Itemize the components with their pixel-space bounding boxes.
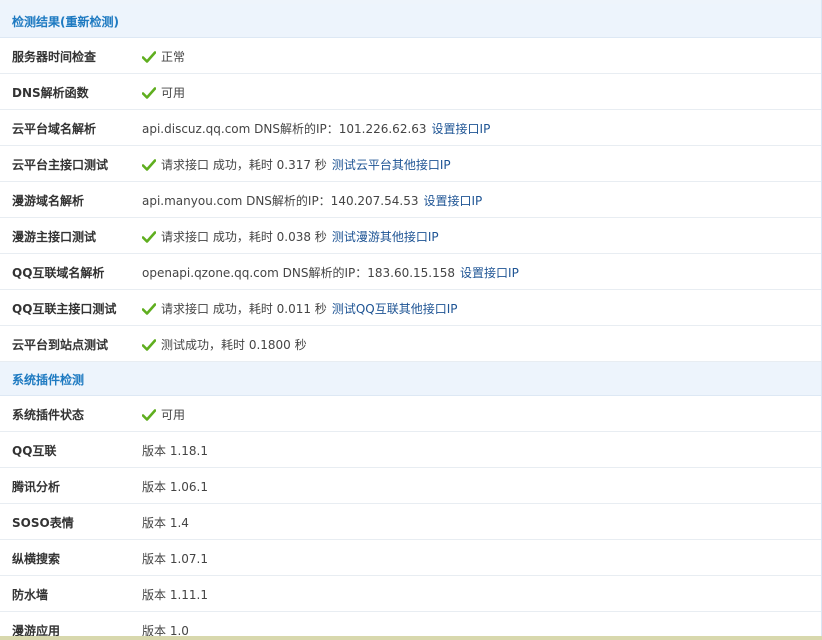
row-value: api.manyou.com DNS解析的IP：140.207.54.53 设置… [142,192,482,209]
row-value: 测试成功，耗时 0.1800 秒 [142,336,307,353]
dns-result-text: api.manyou.com DNS解析的IP：140.207.54.53 [142,194,419,208]
check-icon [142,230,156,243]
plugin-version: 版本 1.06.1 [142,480,208,494]
row-label: SOSO表情 [12,516,74,530]
check-icon [142,302,156,315]
row-label: 云平台主接口测试 [12,158,109,172]
status-text: 请求接口 成功，耗时 0.011 秒 [161,302,327,316]
table-row: 云平台到站点测试 测试成功，耗时 0.1800 秒 [0,326,821,362]
table-row: 服务器时间检查 正常 [0,38,821,74]
test-cloud-other-ip-link[interactable]: 测试云平台其他接口IP [332,156,451,173]
row-value: openapi.qzone.qq.com DNS解析的IP：183.60.15.… [142,264,519,281]
set-interface-ip-link[interactable]: 设置接口IP [423,192,482,209]
row-value: 正常 [142,48,185,65]
section-title[interactable]: 检测结果(重新检测) [12,13,119,30]
section-title: 系统插件检测 [12,373,85,387]
row-label: 服务器时间检查 [12,50,97,64]
status-text: 请求接口 成功，耗时 0.038 秒 [161,230,327,244]
row-label: 系统插件状态 [12,408,85,422]
table-row: QQ互联 版本 1.18.1 [0,432,821,468]
plugin-version: 版本 1.07.1 [142,552,208,566]
table-row: SOSO表情 版本 1.4 [0,504,821,540]
row-label: 腾讯分析 [12,480,61,494]
row-label: 云平台域名解析 [12,122,97,136]
table-row: 系统插件状态 可用 [0,396,821,432]
table-row: 漫游应用 版本 1.0 [0,612,821,638]
row-label: 漫游域名解析 [12,194,85,208]
row-value: 请求接口 成功，耗时 0.038 秒 测试漫游其他接口IP [142,228,439,245]
row-label: QQ互联主接口测试 [12,302,117,316]
plugin-version: 版本 1.4 [142,516,189,530]
dns-result-text: api.discuz.qq.com DNS解析的IP：101.226.62.63 [142,122,427,136]
status-text: 可用 [161,408,186,422]
row-value: 请求接口 成功，耗时 0.011 秒 测试QQ互联其他接口IP [142,300,457,317]
row-value: api.discuz.qq.com DNS解析的IP：101.226.62.63… [142,120,490,137]
table-row: 纵横搜索 版本 1.07.1 [0,540,821,576]
row-label: 防水墙 [12,588,49,602]
row-label: 纵横搜索 [12,552,61,566]
row-label: 云平台到站点测试 [12,338,109,352]
status-text: 可用 [161,86,186,100]
row-value: 可用 [142,406,185,423]
dns-result-text: openapi.qzone.qq.com DNS解析的IP：183.60.15.… [142,266,456,280]
status-text: 正常 [161,50,186,64]
row-value: 可用 [142,84,185,101]
table-row: QQ互联主接口测试 请求接口 成功，耗时 0.011 秒 测试QQ互联其他接口I… [0,290,821,326]
section-header-check-results: 检测结果(重新检测) [0,4,821,38]
section-header-system-plugins: 系统插件检测 [0,362,821,396]
row-label: DNS解析函数 [12,86,89,100]
table-row: 漫游域名解析 api.manyou.com DNS解析的IP：140.207.5… [0,182,821,218]
status-text: 请求接口 成功，耗时 0.317 秒 [161,158,327,172]
status-text: 测试成功，耗时 0.1800 秒 [161,338,307,352]
table-row: 腾讯分析 版本 1.06.1 [0,468,821,504]
set-interface-ip-link[interactable]: 设置接口IP [460,264,519,281]
set-interface-ip-link[interactable]: 设置接口IP [432,120,491,137]
check-icon [142,158,156,171]
row-label: QQ互联域名解析 [12,266,105,280]
table-row: 云平台域名解析 api.discuz.qq.com DNS解析的IP：101.2… [0,110,821,146]
test-qq-connect-other-ip-link[interactable]: 测试QQ互联其他接口IP [332,300,458,317]
row-value: 请求接口 成功，耗时 0.317 秒 测试云平台其他接口IP [142,156,451,173]
table-row: QQ互联域名解析 openapi.qzone.qq.com DNS解析的IP：1… [0,254,821,290]
table-row: 云平台主接口测试 请求接口 成功，耗时 0.317 秒 测试云平台其他接口IP [0,146,821,182]
table-row: 防水墙 版本 1.11.1 [0,576,821,612]
bottom-bar [0,636,822,640]
plugin-version: 版本 1.11.1 [142,588,208,602]
table-row: DNS解析函数 可用 [0,74,821,110]
check-icon [142,408,156,421]
check-icon [142,86,156,99]
table-row: 漫游主接口测试 请求接口 成功，耗时 0.038 秒 测试漫游其他接口IP [0,218,821,254]
row-label: 漫游主接口测试 [12,230,97,244]
plugin-version: 版本 1.18.1 [142,444,208,458]
test-manyou-other-ip-link[interactable]: 测试漫游其他接口IP [332,228,439,245]
check-icon [142,50,156,63]
row-label: QQ互联 [12,444,57,458]
check-icon [142,338,156,351]
